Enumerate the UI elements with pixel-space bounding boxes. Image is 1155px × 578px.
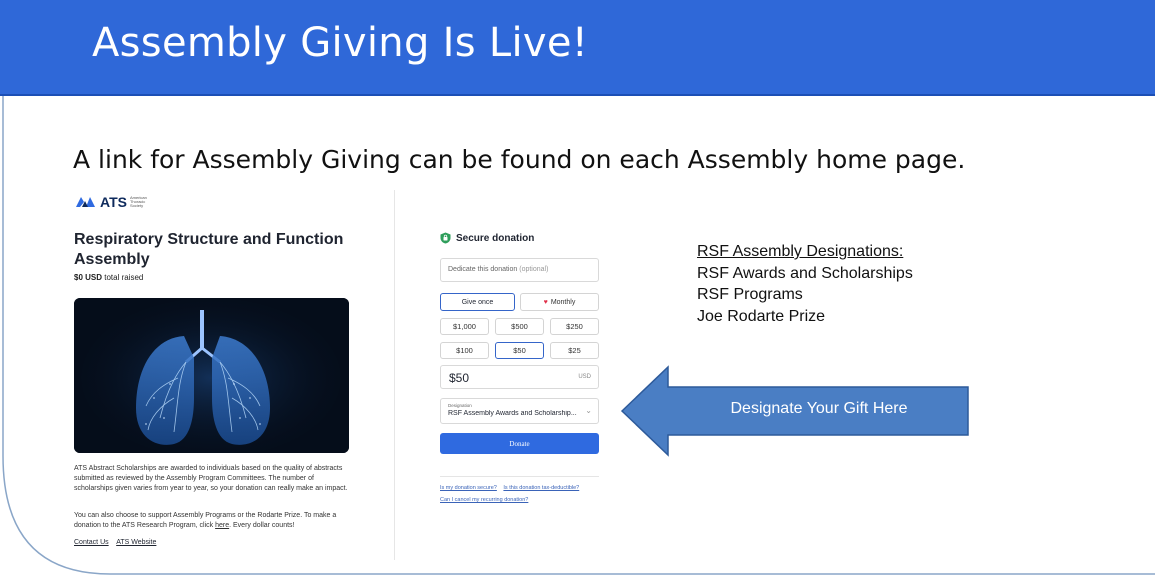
donate-label: Donate	[509, 439, 530, 448]
amount-option-label: $50	[513, 346, 526, 355]
campaign-description: ATS Abstract Scholarships are awarded to…	[74, 465, 348, 492]
lungs-illustration-icon	[74, 298, 349, 453]
logo-subtext: American Thoracic Society	[129, 195, 147, 208]
footer-links: Contact Us ATS Website	[74, 539, 162, 546]
amount-option[interactable]: $25	[550, 342, 599, 359]
amount-value: $50	[449, 371, 470, 385]
ats-logo[interactable]: ATS American Thoracic Society	[74, 193, 152, 211]
amount-option[interactable]: $100	[440, 342, 489, 359]
amount-option-label: $250	[566, 322, 583, 331]
shield-icon	[440, 232, 451, 244]
ats-logo-icon	[76, 197, 95, 207]
logo-text: ATS	[100, 194, 127, 210]
slide-subtitle: A link for Assembly Giving can be found …	[73, 145, 966, 174]
lungs-image	[74, 298, 349, 453]
amount-option[interactable]: $500	[495, 318, 544, 335]
designations-heading: RSF Assembly Designations:	[697, 243, 904, 260]
designation-item: RSF Awards and Scholarships	[697, 264, 913, 282]
panel-divider	[394, 190, 395, 560]
designations-list: RSF Assembly Designations: RSF Awards an…	[697, 241, 913, 327]
heart-icon: ♥	[543, 298, 548, 306]
give-once-button[interactable]: Give once	[440, 293, 515, 311]
faq-row: Is my donation secure? Is this donation …	[440, 485, 584, 491]
chevron-down-icon: ⌄	[585, 406, 592, 415]
amount-option[interactable]: $1,000	[440, 318, 489, 335]
raised-amount: $0 USD	[74, 273, 103, 282]
title-banner: Assembly Giving Is Live!	[0, 0, 1155, 96]
contact-us-link[interactable]: Contact Us	[74, 539, 109, 546]
secure-donation-label: Secure donation	[456, 232, 535, 244]
slide-title: Assembly Giving Is Live!	[92, 20, 589, 66]
form-divider	[440, 476, 599, 477]
amount-option-label: $25	[568, 346, 581, 355]
ats-website-link[interactable]: ATS Website	[116, 539, 156, 546]
amount-option-label: $100	[456, 346, 473, 355]
desc2-text-post: . Every dollar counts!	[229, 522, 295, 529]
dedicate-optional: (optional)	[519, 266, 549, 273]
amount-option[interactable]: $250	[550, 318, 599, 335]
desc2-text-pre: You can also choose to support Assembly …	[74, 512, 337, 529]
dedicate-donation-field[interactable]: Dedicate this donation (optional)	[440, 258, 599, 282]
designation-item: Joe Rodarte Prize	[697, 307, 826, 325]
raised-label: total raised	[104, 273, 144, 282]
designation-item: RSF Programs	[697, 286, 803, 303]
faq-tax-link[interactable]: Is this donation tax-deductible?	[503, 485, 579, 491]
designation-select[interactable]: Designation RSF Assembly Awards and Scho…	[440, 398, 599, 424]
dedicate-placeholder: Dedicate this donation	[448, 266, 518, 273]
here-link[interactable]: here	[215, 522, 229, 529]
faq-secure-link[interactable]: Is my donation secure?	[440, 485, 497, 491]
donate-button[interactable]: Donate	[440, 433, 599, 454]
campaign-panel: ATS American Thoracic Society Respirator…	[74, 190, 354, 560]
designation-value: RSF Assembly Awards and Scholarship...	[448, 410, 577, 417]
amount-option-selected[interactable]: $50	[495, 342, 544, 359]
amount-option-label: $500	[511, 322, 528, 331]
campaign-title: Respiratory Structure and Function Assem…	[74, 231, 344, 268]
monthly-label: Monthly	[550, 298, 576, 306]
faq-row: Can I cancel my recurring donation?	[440, 497, 533, 503]
give-once-label: Give once	[461, 298, 494, 306]
secure-donation-heading: Secure donation	[440, 232, 534, 244]
currency-label: USD	[578, 374, 591, 380]
campaign-description-2: You can also choose to support Assembly …	[74, 511, 354, 531]
amount-input[interactable]: $50 USD	[440, 365, 599, 389]
callout-label: Designate Your Gift Here	[730, 400, 908, 417]
amount-option-label: $1,000	[453, 322, 476, 331]
monthly-button[interactable]: ♥ Monthly	[520, 293, 599, 311]
designation-label: Designation	[448, 403, 472, 408]
total-raised: $0 USD total raised	[74, 273, 143, 282]
faq-cancel-link[interactable]: Can I cancel my recurring donation?	[440, 497, 528, 503]
